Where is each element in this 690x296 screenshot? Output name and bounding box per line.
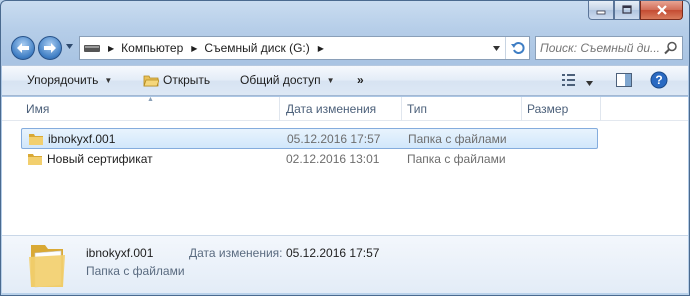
details-date: 05.12.2016 17:57: [286, 246, 380, 260]
share-button[interactable]: Общий доступ ▼: [240, 73, 335, 87]
file-name: ibnokyxf.001: [48, 132, 116, 146]
file-type: Папка с файлами: [407, 152, 506, 166]
chevron-right-icon: ▶: [317, 43, 324, 53]
column-divider[interactable]: [600, 97, 601, 121]
organize-button[interactable]: Упорядочить ▼: [27, 73, 112, 87]
help-button[interactable]: ?: [650, 71, 668, 92]
column-header: ▲ Имя Дата изменения Тип Размер: [2, 96, 688, 121]
more-label: »: [357, 73, 364, 87]
share-label: Общий доступ: [240, 73, 321, 87]
folder-open-icon: [143, 75, 159, 87]
folder-large-icon: [29, 245, 65, 288]
more-commands-button[interactable]: »: [357, 73, 364, 87]
chevron-down-icon: ▼: [104, 75, 113, 85]
preview-pane-button[interactable]: [615, 71, 633, 92]
refresh-icon: [510, 42, 524, 54]
file-name: Новый сертификат: [47, 152, 153, 166]
arrow-left-icon: [17, 43, 29, 53]
details-name: ibnokyxf.001: [86, 246, 154, 260]
column-name[interactable]: Имя: [26, 102, 49, 116]
file-date: 05.12.2016 17:57: [287, 132, 381, 146]
preview-pane-icon: [616, 73, 632, 87]
details-pane: ibnokyxf.001 Папка с файлами Дата измене…: [2, 235, 688, 293]
maximize-button[interactable]: [614, 1, 640, 20]
view-options-dropdown[interactable]: [585, 76, 594, 90]
open-button[interactable]: Открыть: [143, 73, 210, 87]
file-list: ▲ Имя Дата изменения Тип Размер ibnokyxf…: [2, 96, 688, 235]
removable-drive-icon: [84, 45, 100, 52]
command-bar: Упорядочить ▼ Открыть Общий доступ ▼ » ?: [2, 65, 688, 96]
organize-label: Упорядочить: [27, 73, 99, 87]
breadcrumb-computer[interactable]: ▶ Компьютер: [108, 41, 183, 55]
file-row[interactable]: ibnokyxf.001 05.12.2016 17:57 Папка с фа…: [21, 128, 598, 149]
file-type: Папка с файлами: [408, 132, 507, 146]
folder-icon: [29, 134, 43, 145]
details-date-label: Дата изменения:: [189, 246, 283, 260]
open-label: Открыть: [163, 73, 211, 87]
file-row[interactable]: Новый сертификат 02.12.2016 13:01 Папка …: [21, 149, 598, 170]
breadcrumb-label: Съемный диск (G:): [204, 41, 310, 55]
column-type[interactable]: Тип: [407, 102, 427, 116]
caption-buttons: [588, 1, 683, 20]
svg-text:?: ?: [655, 73, 662, 87]
chevron-down-icon: ▼: [326, 75, 335, 85]
address-bar[interactable]: ▶ Компьютер ▶ Съемный диск (G:) ▶: [79, 36, 530, 60]
explorer-window: ▶ Компьютер ▶ Съемный диск (G:) ▶ Упоряд…: [0, 0, 690, 296]
folder-icon: [28, 154, 42, 165]
close-button[interactable]: [640, 1, 683, 20]
navigation-bar: ▶ Компьютер ▶ Съемный диск (G:) ▶: [9, 34, 683, 62]
column-divider[interactable]: [521, 97, 522, 121]
recent-pages-dropdown[interactable]: [65, 43, 74, 50]
change-view-button[interactable]: [560, 71, 578, 92]
refresh-button[interactable]: [505, 37, 529, 59]
search-input[interactable]: [536, 37, 660, 59]
column-divider[interactable]: [279, 97, 280, 121]
forward-button[interactable]: [38, 36, 62, 60]
close-icon: [656, 5, 667, 15]
breadcrumb-subfolders[interactable]: ▶: [318, 44, 331, 53]
address-history-dropdown[interactable]: [492, 45, 501, 52]
arrow-right-icon: [44, 43, 56, 53]
breadcrumb-drive[interactable]: ▶ Съемный диск (G:): [191, 41, 309, 55]
column-divider[interactable]: [401, 97, 402, 121]
column-size[interactable]: Размер: [527, 102, 568, 116]
back-button[interactable]: [11, 36, 35, 60]
details-type: Папка с файлами: [86, 264, 185, 278]
minimize-button[interactable]: [588, 1, 614, 20]
search-box[interactable]: [535, 36, 683, 60]
minimize-icon: [596, 10, 606, 15]
view-details-icon: [562, 74, 575, 86]
sort-ascending-icon: ▲: [147, 96, 154, 103]
help-icon: ?: [650, 71, 668, 89]
search-icon[interactable]: [664, 41, 678, 55]
chevron-right-icon: ▶: [108, 43, 115, 53]
maximize-icon: [622, 5, 632, 14]
chevron-right-icon: ▶: [191, 43, 198, 53]
breadcrumb-label: Компьютер: [121, 41, 184, 55]
chevron-down-icon: [586, 81, 593, 86]
column-date[interactable]: Дата изменения: [286, 102, 376, 116]
file-date: 02.12.2016 13:01: [286, 152, 380, 166]
